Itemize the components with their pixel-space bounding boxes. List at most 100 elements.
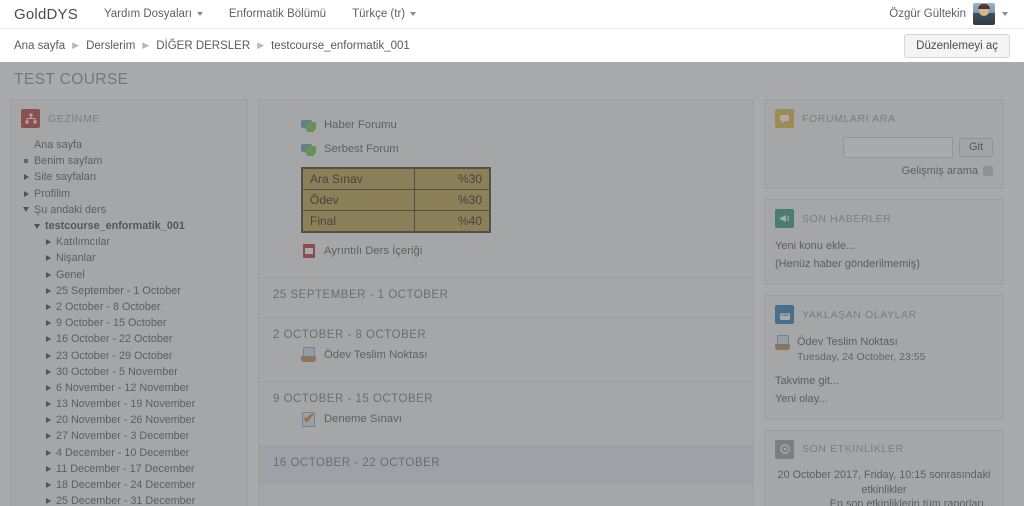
sidebar-item-19[interactable]: 4 December - 10 December bbox=[21, 445, 237, 461]
chevron-right-icon[interactable] bbox=[21, 190, 31, 197]
chevron-right-icon[interactable] bbox=[43, 336, 53, 343]
sidebar-item-21[interactable]: 18 December - 24 December bbox=[21, 477, 237, 493]
sidebar-item-20[interactable]: 11 December - 17 December bbox=[21, 461, 237, 477]
chevron-right-icon[interactable] bbox=[21, 174, 31, 181]
nav-item-help-files[interactable]: Yardım Dosyaları bbox=[104, 8, 203, 20]
chevron-right-icon[interactable] bbox=[43, 417, 53, 424]
sidebar-item-13[interactable]: 23 October - 29 October bbox=[21, 347, 237, 363]
sidebar-item-label: 11 December - 17 December bbox=[56, 462, 195, 475]
page-title: TEST COURSE bbox=[0, 62, 1024, 99]
activity-item[interactable]: Serbest Forum bbox=[273, 137, 739, 161]
activity-item[interactable]: Ayrıntılı Ders İçeriği bbox=[273, 239, 739, 263]
sidebar-item-label: 23 October - 29 October bbox=[56, 349, 173, 362]
sidebar-item-18[interactable]: 27 November - 3 December bbox=[21, 428, 237, 444]
activity-icon bbox=[775, 439, 794, 459]
activity-item[interactable]: Deneme Sınavı bbox=[273, 407, 739, 431]
sidebar-item-16[interactable]: 13 November - 19 November bbox=[21, 396, 237, 412]
chevron-right-icon[interactable] bbox=[43, 465, 53, 472]
chevron-right-icon[interactable] bbox=[43, 287, 53, 294]
chevron-right-icon[interactable] bbox=[43, 271, 53, 278]
sidebar-item-label: Profilim bbox=[34, 187, 70, 200]
sitemap-icon bbox=[21, 109, 40, 128]
search-forums-form: Git bbox=[775, 137, 993, 158]
navigation-block: GEZİNME Ana sayfa Benim sayfam Site sayfal… bbox=[10, 99, 248, 506]
chevron-down-icon bbox=[1002, 12, 1008, 16]
course-section-title: 25 SEPTEMBER - 1 OCTOBER bbox=[273, 289, 449, 301]
table-row: Final %40 bbox=[301, 210, 491, 233]
sidebar-item-6[interactable]: Katılımcılar bbox=[21, 234, 237, 250]
sidebar-item-label: 18 December - 24 December bbox=[56, 479, 196, 492]
course-section-title: 9 OCTOBER - 15 OCTOBER bbox=[273, 393, 434, 405]
new-event-link[interactable]: Yeni olay... bbox=[775, 390, 993, 408]
sidebar-item-3[interactable]: Profilim bbox=[21, 186, 237, 202]
upcoming-event-item[interactable]: Ödev Teslim Noktası Tuesday, 24 October,… bbox=[775, 333, 993, 367]
site-brand[interactable]: GoldDYS bbox=[14, 6, 78, 23]
activity-item[interactable]: Ödev Teslim Noktası bbox=[273, 343, 739, 367]
latest-news-empty-text: (Henüz haber gönderilmemiş) bbox=[775, 258, 920, 270]
sidebar-item-label: 9 October - 15 October bbox=[56, 317, 167, 330]
breadcrumb: Ana sayfa ▶ Derslerim ▶ DİĞER DERSLER ▶ … bbox=[14, 40, 410, 52]
recent-activity-block: SON ETKİNLİKLER 20 October 2017, Friday,… bbox=[764, 429, 1004, 506]
chevron-right-icon[interactable] bbox=[43, 482, 53, 489]
chevron-right-icon[interactable] bbox=[43, 384, 53, 391]
search-go-button[interactable]: Git bbox=[958, 138, 993, 157]
chevron-right-icon[interactable] bbox=[43, 401, 53, 408]
chevron-right-icon[interactable] bbox=[43, 352, 53, 359]
add-new-topic-link[interactable]: Yeni konu ekle... bbox=[775, 237, 993, 255]
nav-item-department[interactable]: Enformatik Bölümü bbox=[229, 8, 326, 20]
breadcrumb-item-category[interactable]: DİĞER DERSLER bbox=[156, 40, 250, 52]
chevron-right-icon[interactable] bbox=[43, 255, 53, 262]
search-input[interactable] bbox=[842, 137, 953, 158]
sidebar-item-1[interactable]: Benim sayfam bbox=[21, 153, 237, 169]
advanced-search-row[interactable]: Gelişmiş arama bbox=[775, 165, 993, 177]
sidebar-item-5[interactable]: testcourse_enformatik_001 bbox=[21, 218, 237, 234]
activity-label: Ayrıntılı Ders İçeriği bbox=[324, 245, 423, 257]
sidebar-item-15[interactable]: 6 November - 12 November bbox=[21, 380, 237, 396]
breadcrumb-item-my-courses[interactable]: Derslerim bbox=[86, 40, 135, 52]
latest-news-block: SON HABERLER Yeni konu ekle... (Henüz ha… bbox=[764, 199, 1004, 285]
recent-activity-full-report-link[interactable]: En son etkinliklerin tüm raporları... bbox=[775, 498, 993, 506]
sidebar-item-12[interactable]: 16 October - 22 October bbox=[21, 331, 237, 347]
chevron-down-icon[interactable] bbox=[32, 223, 42, 229]
sidebar-item-22[interactable]: 25 December - 31 December bbox=[21, 493, 237, 506]
chevron-right-icon[interactable] bbox=[43, 433, 53, 440]
sidebar-item-7[interactable]: Nişanlar bbox=[21, 250, 237, 266]
breadcrumb-item-home[interactable]: Ana sayfa bbox=[14, 40, 65, 52]
chevron-down-icon bbox=[196, 12, 203, 16]
assignment-icon bbox=[775, 335, 791, 351]
sidebar-item-14[interactable]: 30 October - 5 November bbox=[21, 364, 237, 380]
chevron-right-icon[interactable] bbox=[43, 498, 53, 505]
sidebar-item-10[interactable]: 2 October - 8 October bbox=[21, 299, 237, 315]
chevron-right-icon[interactable] bbox=[43, 303, 53, 310]
sidebar-item-0[interactable]: Ana sayfa bbox=[21, 137, 237, 153]
chevron-right-icon[interactable] bbox=[43, 320, 53, 327]
chevron-down-icon[interactable] bbox=[21, 207, 31, 213]
course-section-title: 2 OCTOBER - 8 OCTOBER bbox=[273, 329, 427, 341]
user-menu[interactable]: Özgür Gültekin bbox=[889, 3, 1010, 25]
sidebar-item-8[interactable]: Genel bbox=[21, 267, 237, 283]
sidebar-item-4[interactable]: Şu andaki ders bbox=[21, 202, 237, 218]
sidebar-item-2[interactable]: Site sayfaları bbox=[21, 169, 237, 185]
nav-item-language[interactable]: Türkçe (tr) bbox=[352, 8, 417, 20]
breadcrumb-item-course[interactable]: testcourse_enformatik_001 bbox=[271, 40, 410, 52]
course-section-general: Haber Forumu Serbest Forum Ara Sınav %30 bbox=[259, 100, 753, 278]
sidebar-item-11[interactable]: 9 October - 15 October bbox=[21, 315, 237, 331]
turn-editing-on-button[interactable]: Düzenlemeyi aç bbox=[904, 33, 1010, 58]
chevron-right-icon[interactable] bbox=[43, 449, 53, 456]
chevron-right-icon[interactable] bbox=[43, 368, 53, 375]
chevron-right-icon[interactable] bbox=[43, 239, 53, 246]
sidebar-item-17[interactable]: 20 November - 26 November bbox=[21, 412, 237, 428]
bullet-icon[interactable] bbox=[21, 159, 31, 164]
activity-item[interactable]: Haber Forumu bbox=[273, 113, 739, 137]
upcoming-events-block: YAKLAŞAN OLAYLAR Ödev Teslim Noktası Tue… bbox=[764, 295, 1004, 420]
sidebar-item-label: Nişanlar bbox=[56, 252, 96, 265]
activity-label: Haber Forumu bbox=[324, 119, 397, 131]
go-to-calendar-link[interactable]: Takvime git... bbox=[775, 367, 993, 390]
page-root: GoldDYS Yardım Dosyaları Enformatik Bölü… bbox=[0, 0, 1024, 506]
sidebar-item-label: Katılımcılar bbox=[56, 236, 110, 249]
sidebar-item-9[interactable]: 25 September - 1 October bbox=[21, 283, 237, 299]
help-icon[interactable] bbox=[983, 166, 993, 176]
nav-item-department-label: Enformatik Bölümü bbox=[228, 8, 327, 20]
grade-item-value: %30 bbox=[413, 189, 491, 211]
activity-label: Serbest Forum bbox=[324, 143, 399, 155]
